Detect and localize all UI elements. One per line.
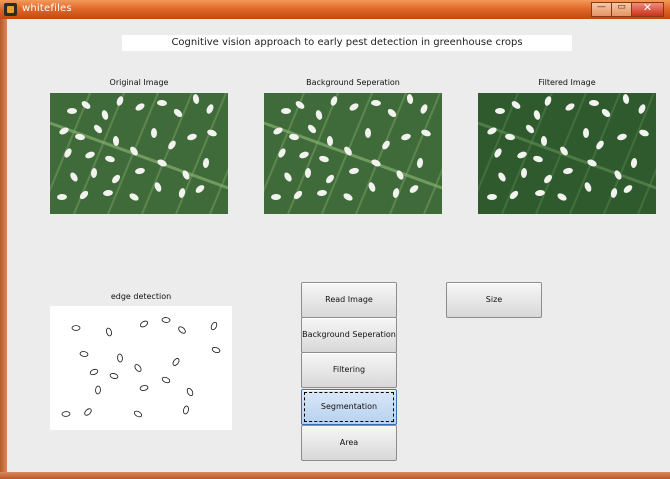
- area-button[interactable]: Area: [301, 425, 397, 461]
- size-button[interactable]: Size: [446, 282, 542, 318]
- edge-image-icon: [61, 317, 221, 418]
- original-image: [50, 93, 228, 214]
- segmentation-button[interactable]: Segmentation: [301, 389, 397, 425]
- filtered-image: [478, 93, 656, 214]
- edge-detection-image: [50, 306, 232, 430]
- maximize-button[interactable]: ▭: [611, 2, 631, 17]
- minimize-button[interactable]: —: [591, 2, 611, 17]
- matlab-figure-icon: [4, 3, 17, 16]
- close-icon: ✕: [642, 1, 653, 14]
- leaf-image-icon: [50, 93, 228, 214]
- background-separation-caption: Background Seperation: [306, 78, 400, 87]
- maximize-icon: ▭: [617, 2, 626, 12]
- window-controls: — ▭ ✕: [591, 1, 664, 17]
- leaf-image-icon: [264, 93, 442, 214]
- page-heading: Cognitive vision approach to early pest …: [122, 35, 572, 51]
- close-button[interactable]: ✕: [631, 1, 664, 17]
- window-border-bottom: [0, 472, 670, 479]
- leaf-image-icon: [478, 93, 656, 214]
- original-image-caption: Original Image: [109, 78, 169, 87]
- edge-detection-caption: edge detection: [110, 292, 172, 301]
- window-title: whitefiles: [22, 3, 72, 14]
- filtering-button[interactable]: Filtering: [301, 352, 397, 388]
- background-separation-button[interactable]: Background Seperation: [301, 317, 397, 353]
- read-image-button[interactable]: Read Image: [301, 282, 397, 318]
- title-bar[interactable]: whitefiles — ▭ ✕: [0, 0, 670, 19]
- window-border-left: [0, 19, 7, 479]
- background-separation-image: [264, 93, 442, 214]
- app-window: whitefiles — ▭ ✕ Cognitive vision approa…: [0, 0, 670, 479]
- minimize-icon: —: [597, 2, 606, 12]
- filtered-image-caption: Filtered Image: [538, 78, 596, 87]
